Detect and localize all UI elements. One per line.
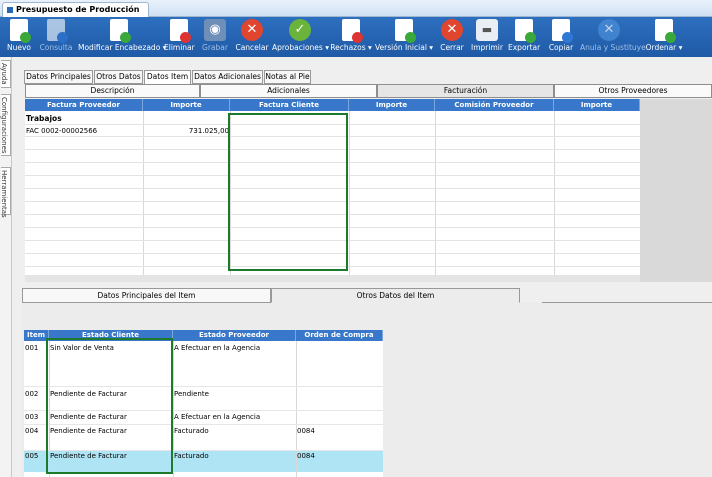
column-header[interactable]: Estado Proveedor <box>173 330 296 341</box>
order-icon <box>655 19 676 43</box>
sidebar-tab-tools[interactable]: Herramientas <box>0 167 11 218</box>
rejections-icon <box>342 19 363 43</box>
close-button[interactable]: ✕ Cerrar <box>437 19 467 55</box>
toolbar: Nuevo Consulta Modificar Encabezado ▾ El… <box>0 17 712 57</box>
tab-adicionales[interactable]: Adicionales <box>200 84 377 98</box>
table-cell-item[interactable]: 004 <box>25 427 38 435</box>
copy-button[interactable]: Copiar <box>546 19 576 55</box>
side-panel: Ayuda Configuraciones Herramientas <box>0 57 12 477</box>
column-header[interactable]: Orden de Compra <box>296 330 383 341</box>
table-cell-item[interactable]: 005 <box>25 452 38 460</box>
query-button[interactable]: Consulta <box>38 19 74 55</box>
print-button[interactable]: ▬ Imprimir <box>471 19 503 55</box>
delete-button[interactable]: Eliminar <box>164 19 195 55</box>
sidebar-tab-settings[interactable]: Configuraciones <box>0 94 11 156</box>
tab-datos-principales[interactable]: Datos Principales <box>24 70 93 84</box>
column-header[interactable]: Comisión Proveedor <box>435 99 554 111</box>
printer-icon: ▬ <box>476 19 498 41</box>
edit-header-icon <box>110 19 131 43</box>
table-cell-item[interactable]: 003 <box>25 413 38 421</box>
table-cell-item[interactable]: 002 <box>25 390 38 398</box>
close-icon: ✕ <box>441 19 463 41</box>
tab-descripcion[interactable]: Descripción <box>25 84 200 98</box>
column-header[interactable]: Importe <box>349 99 435 111</box>
cancel-replace-icon: ✕ <box>598 19 620 41</box>
initial-version-icon <box>395 19 416 43</box>
table-cell-estado-proveedor[interactable]: A Efectuar en la Agencia <box>174 344 260 352</box>
new-button[interactable]: Nuevo <box>4 19 34 55</box>
tab-notas-al-pie[interactable]: Notas al Pie <box>264 70 311 84</box>
tab-datos-item[interactable]: Datos Item <box>144 70 191 85</box>
delete-icon <box>170 19 191 43</box>
window-tab[interactable]: Presupuesto de Producción <box>2 2 149 17</box>
table-cell-estado-proveedor[interactable]: A Efectuar en la Agencia <box>174 413 260 421</box>
sidebar-tab-help[interactable]: Ayuda <box>0 60 11 88</box>
save-button[interactable]: ◉ Grabar <box>200 19 230 55</box>
highlight-box-factura-cliente <box>228 113 348 271</box>
sub-tabs: Descripción Adicionales Facturación Otro… <box>25 84 712 98</box>
tab-otros-datos[interactable]: Otros Datos <box>94 70 143 84</box>
save-icon: ◉ <box>204 19 226 41</box>
window-title: Presupuesto de Producción <box>16 5 140 14</box>
edit-header-button[interactable]: Modificar Encabezado ▾ <box>78 19 166 55</box>
column-header[interactable]: Importe <box>554 99 640 111</box>
tab-otros-proveedores[interactable]: Otros Proveedores <box>554 84 712 98</box>
detail-tabs: Datos Principales del Item Otros Datos d… <box>22 288 712 303</box>
tab-otros-datos-item[interactable]: Otros Datos del Item <box>271 288 520 303</box>
new-document-icon <box>10 19 31 43</box>
title-bar: Presupuesto de Producción <box>0 0 712 17</box>
approvals-button[interactable]: ✓ Aprobaciones ▾ <box>272 19 329 55</box>
query-icon <box>47 19 68 43</box>
table-cell-factura-proveedor[interactable]: FAC 0002-00002566 <box>26 127 97 135</box>
table-cell-item[interactable]: 001 <box>25 344 38 352</box>
cancel-button[interactable]: ✕ Cancelar <box>234 19 270 55</box>
tab-facturacion[interactable]: Facturación <box>377 84 554 98</box>
order-button[interactable]: Ordenar ▾ <box>644 19 684 55</box>
column-header[interactable]: Factura Proveedor <box>25 99 143 111</box>
column-header[interactable]: Importe <box>143 99 230 111</box>
table-cell-estado-proveedor[interactable]: Facturado <box>174 452 209 460</box>
initial-version-button[interactable]: Versión Inicial ▾ <box>375 19 433 55</box>
export-icon <box>515 19 536 43</box>
highlight-box-estado-cliente <box>46 338 173 474</box>
horizontal-scrollbar[interactable] <box>25 275 640 282</box>
app-icon <box>7 6 13 13</box>
table-cell-orden[interactable]: 0084 <box>297 452 315 460</box>
table-cell-estado-proveedor[interactable]: Pendiente <box>174 390 209 398</box>
rejections-button[interactable]: Rechazos ▾ <box>330 19 372 55</box>
tab-datos-adicionales[interactable]: Datos Adicionales <box>192 70 263 84</box>
cancel-icon: ✕ <box>241 19 263 41</box>
approvals-icon: ✓ <box>289 19 311 41</box>
group-row-label: Trabajos <box>26 114 62 123</box>
table-cell-orden[interactable]: 0084 <box>297 427 315 435</box>
copy-icon <box>552 19 573 43</box>
export-button[interactable]: Exportar <box>508 19 540 55</box>
cancel-replace-button[interactable]: ✕ Anula y Sustituye <box>580 19 646 55</box>
table-cell-importe[interactable]: 731.025,00 <box>143 127 229 135</box>
table-cell-estado-proveedor[interactable]: Facturado <box>174 427 209 435</box>
grid-empty-area <box>640 99 712 282</box>
column-header[interactable]: Factura Cliente <box>230 99 349 111</box>
tab-datos-principales-item[interactable]: Datos Principales del Item <box>22 288 271 303</box>
